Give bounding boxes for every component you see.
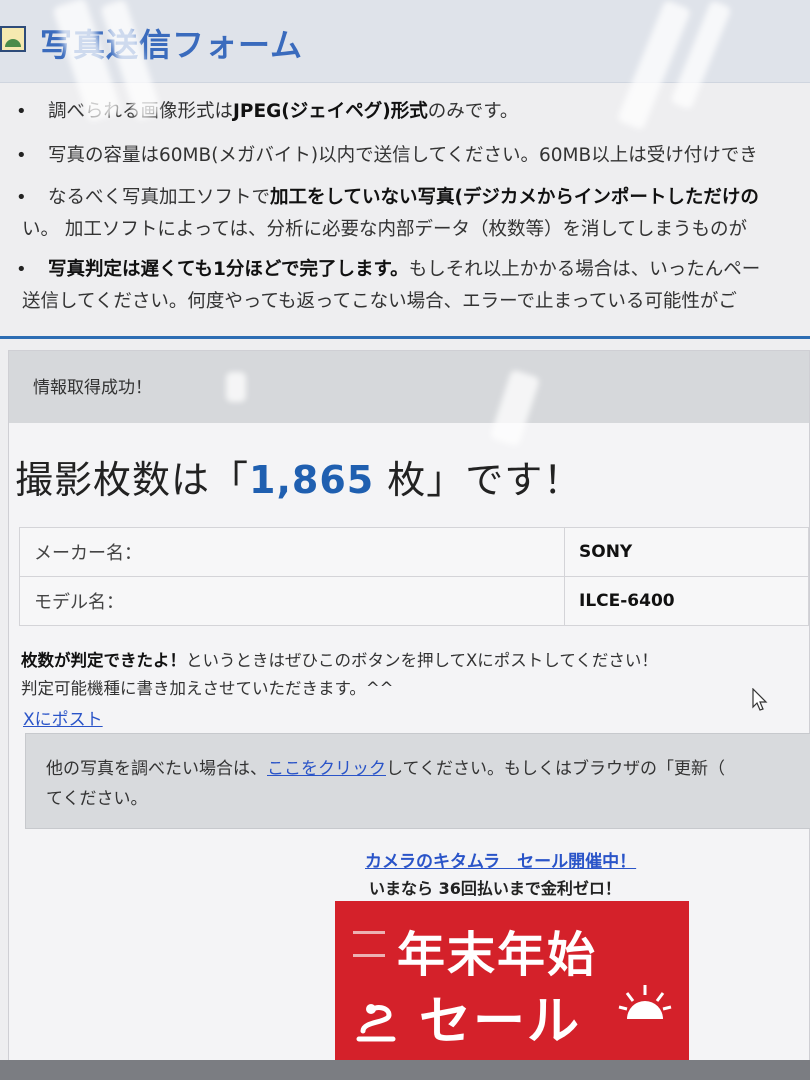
snake-icon (356, 1004, 396, 1042)
kitamura-sale-link[interactable]: カメラのキタムラ セール開催中！ (365, 847, 636, 872)
sun-icon (618, 985, 672, 1019)
status-bar: 情報取得成功！ (9, 351, 809, 423)
banner-line1: 年末年始 (397, 927, 598, 983)
image-icon (0, 26, 26, 52)
post-to-x-link[interactable]: Xにポスト (23, 705, 103, 730)
notes-list: • 調べられる画像形式はJPEG(ジェイペグ)形式のみです。 • 写真の容量は6… (16, 101, 761, 312)
bottom-bar (0, 1060, 810, 1080)
maker-value: SONY (564, 527, 809, 577)
status-text: 情報取得成功！ (33, 378, 152, 398)
post-message: 枚数が判定できたよ！というときはぜひこのボタンを押してXにポストしてください！ … (21, 651, 658, 698)
ad-subtext: いまなら 36回払いまで金利ゼロ！ (369, 879, 621, 898)
click-here-link[interactable]: ここをクリック (267, 759, 386, 779)
section-divider (0, 336, 810, 339)
banner-line2: セール (419, 992, 582, 1052)
table-row: メーカー名： SONY (19, 527, 809, 577)
camera-info-table: メーカー名： SONY モデル名： ILCE-6400 (19, 527, 809, 626)
form-title: 写真送信フォーム (40, 26, 304, 64)
photo-form-page: 写真送信フォーム • 調べられる画像形式はJPEG(ジェイペグ)形式のみです。 … (0, 0, 810, 1080)
shot-count-value: 1,865 (249, 458, 375, 502)
shot-count-heading: 撮影枚数は「1,865 枚」です！ (15, 458, 583, 502)
model-value: ILCE-6400 (564, 576, 809, 626)
model-label: モデル名： (19, 576, 565, 626)
sale-banner[interactable]: 年末年始 セール (335, 901, 689, 1061)
maker-label: メーカー名： (19, 527, 565, 577)
cursor-icon (752, 688, 768, 711)
other-photo-box: 他の写真を調べたい場合は、ここをクリックしてください。もしくはブラウザの「更新（… (25, 733, 810, 829)
form-header: 写真送信フォーム (0, 0, 810, 83)
result-panel: 情報取得成功！ 撮影枚数は「1,865 枚」です！ メーカー名： SONY モデ… (8, 350, 810, 1080)
table-row: モデル名： ILCE-6400 (19, 576, 809, 626)
